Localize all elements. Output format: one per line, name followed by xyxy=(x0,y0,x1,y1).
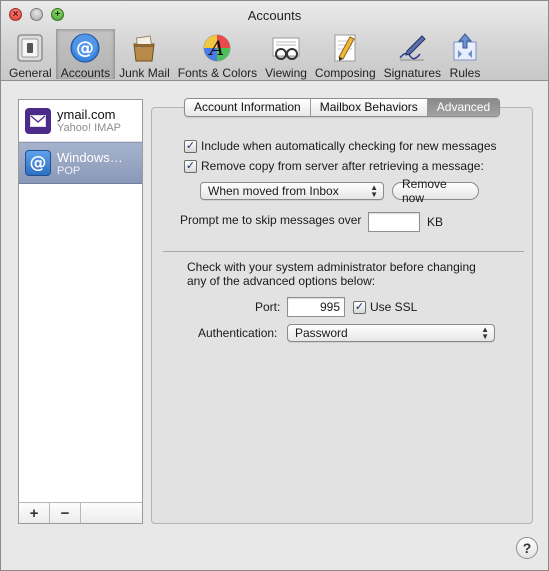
account-list-controls: + − xyxy=(19,502,142,523)
toolbar-fonts-colors[interactable]: A Fonts & Colors xyxy=(174,29,261,80)
account-name: Windows… xyxy=(57,149,123,165)
prompt-skip-row: Prompt me to skip messages over xyxy=(180,213,361,227)
port-input[interactable]: 995 xyxy=(287,297,345,317)
remove-account-button[interactable]: − xyxy=(50,503,81,523)
include-checking-checkbox[interactable]: ✓ xyxy=(184,139,197,153)
use-ssl-row: ✓ Use SSL xyxy=(353,300,417,314)
tab-mailbox-behaviors[interactable]: Mailbox Behaviors xyxy=(311,99,428,116)
authentication-popup[interactable]: Password ▲ ▼ xyxy=(287,324,495,342)
title-bar: × + Accounts General @ Accounts Junk Mai… xyxy=(1,1,548,81)
accounts-list: ymail.com Yahoo! IMAP @ Windows… POP + − xyxy=(18,99,143,524)
skip-size-input[interactable] xyxy=(368,212,420,232)
add-account-button[interactable]: + xyxy=(19,503,50,523)
general-switch-icon xyxy=(14,32,46,64)
tab-account-information[interactable]: Account Information xyxy=(185,99,311,116)
checkmark-icon: ✓ xyxy=(185,139,196,152)
account-item-windows[interactable]: @ Windows… POP xyxy=(19,142,142,184)
remove-now-button[interactable]: Remove now xyxy=(392,177,479,205)
toolbar-junk-mail[interactable]: Junk Mail xyxy=(115,29,174,80)
signature-pen-icon xyxy=(396,32,428,64)
toolbar-label: General xyxy=(9,66,52,80)
preferences-toolbar: General @ Accounts Junk Mail A Fonts & C… xyxy=(5,29,485,80)
toolbar-viewing[interactable]: Viewing xyxy=(261,29,311,80)
account-type: Yahoo! IMAP xyxy=(57,122,121,134)
help-button[interactable]: ? xyxy=(516,537,538,559)
account-name: ymail.com xyxy=(57,107,116,122)
skip-size-unit: KB xyxy=(427,215,444,229)
svg-text:@: @ xyxy=(76,38,94,59)
checkmark-icon: ✓ xyxy=(185,159,196,172)
remove-copy-row: ✓ Remove copy from server after retrievi… xyxy=(184,159,484,173)
authentication-value: Password xyxy=(295,326,348,340)
prompt-skip-label: Prompt me to skip messages over xyxy=(180,213,362,227)
toolbar-label: Junk Mail xyxy=(119,66,170,80)
toolbar-label: Rules xyxy=(449,66,481,80)
tab-advanced[interactable]: Advanced xyxy=(427,99,500,116)
accounts-preferences-window: × + Accounts General @ Accounts Junk Mai… xyxy=(0,0,549,571)
admin-note: Check with your system administrator bef… xyxy=(187,260,476,288)
account-text: Windows… POP xyxy=(57,150,123,177)
toolbar-label: Fonts & Colors xyxy=(177,66,258,80)
at-sign-icon: @ xyxy=(25,150,51,176)
chevron-updown-icon: ▲ ▼ xyxy=(370,183,378,199)
remove-when-value: When moved from Inbox xyxy=(208,184,339,198)
toolbar-label: Signatures xyxy=(383,66,441,80)
svg-text:A: A xyxy=(208,36,224,60)
port-label: Port: xyxy=(255,300,281,314)
authentication-label: Authentication: xyxy=(198,326,278,340)
chevron-updown-icon: ▲ ▼ xyxy=(481,325,489,341)
account-text: ymail.com Yahoo! IMAP xyxy=(57,107,121,134)
yahoo-mail-icon xyxy=(25,107,51,134)
checkmark-icon: ✓ xyxy=(354,300,365,313)
include-checking-row: ✓ Include when automatically checking fo… xyxy=(184,139,497,153)
include-checking-label: Include when automatically checking for … xyxy=(201,139,497,153)
toolbar-general[interactable]: General xyxy=(5,29,56,80)
at-sign-icon: @ xyxy=(69,32,101,64)
fonts-colors-icon: A xyxy=(201,32,233,64)
toolbar-label: Accounts xyxy=(60,66,111,80)
account-tabs: Account Information Mailbox Behaviors Ad… xyxy=(184,98,501,117)
glasses-icon xyxy=(270,32,302,64)
toolbar-rules[interactable]: Rules xyxy=(445,29,485,80)
remove-copy-label: Remove copy from server after retrieving… xyxy=(201,159,484,173)
toolbar-label: Composing xyxy=(314,66,376,80)
junk-mail-icon xyxy=(128,32,160,64)
toolbar-accounts[interactable]: @ Accounts xyxy=(55,29,116,80)
pencil-paper-icon xyxy=(329,32,361,64)
toolbar-signatures[interactable]: Signatures xyxy=(380,29,445,80)
use-ssl-checkbox[interactable]: ✓ xyxy=(353,300,366,314)
toolbar-label: Viewing xyxy=(265,66,307,80)
remove-copy-checkbox[interactable]: ✓ xyxy=(184,159,197,173)
account-item-ymail[interactable]: ymail.com Yahoo! IMAP xyxy=(19,100,142,142)
account-type: POP xyxy=(57,164,81,177)
window-title: Accounts xyxy=(247,8,302,23)
toolbar-composing[interactable]: Composing xyxy=(311,29,380,80)
use-ssl-label: Use SSL xyxy=(370,300,418,314)
remove-when-popup[interactable]: When moved from Inbox ▲ ▼ xyxy=(200,182,384,200)
section-divider xyxy=(163,251,524,252)
rules-icon xyxy=(449,32,481,64)
